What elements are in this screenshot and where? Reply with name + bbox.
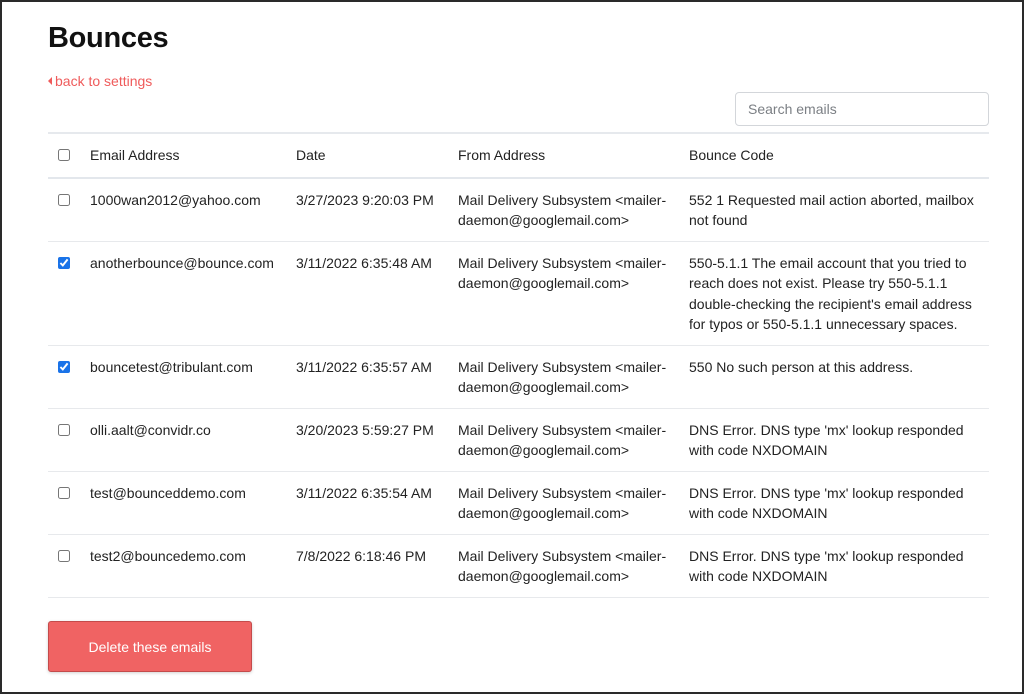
row-email: test2@bouncedemo.com [90,547,246,564]
table-row: anotherbounce@bounce.com 3/11/2022 6:35:… [48,241,989,345]
table-header-row: Email Address Date From Address Bounce C… [48,133,989,178]
row-checkbox[interactable] [58,549,70,562]
header-date[interactable]: Date [296,133,458,178]
row-from-address: Mail Delivery Subsystem <mailer-daemon@g… [458,421,667,459]
row-email: test@bounceddemo.com [90,484,246,501]
row-bounce-code: DNS Error. DNS type 'mx' lookup responde… [689,421,964,459]
row-bounce-code: 552 1 Requested mail action aborted, mai… [689,191,974,229]
row-date: 3/11/2022 6:35:54 AM [296,484,432,501]
back-link-label: back to settings [55,73,153,89]
row-date: 3/20/2023 5:59:27 PM [296,421,434,438]
row-bounce-code: 550-5.1.1 The email account that you tri… [689,254,972,333]
row-checkbox[interactable] [58,256,70,269]
select-all-checkbox[interactable] [58,149,70,161]
table-row: test2@bouncedemo.com 7/8/2022 6:18:46 PM… [48,534,989,597]
row-from-address: Mail Delivery Subsystem <mailer-daemon@g… [458,484,667,522]
header-bounce-code[interactable]: Bounce Code [689,133,989,178]
row-bounce-code: 550 No such person at this address. [689,358,914,375]
table-row: test@bounceddemo.com 3/11/2022 6:35:54 A… [48,471,989,534]
row-date: 3/11/2022 6:35:57 AM [296,358,432,375]
delete-emails-button[interactable]: Delete these emails [48,621,252,672]
bounces-page: Bounces back to settings Email Address D… [0,0,1024,694]
row-checkbox[interactable] [58,360,70,373]
row-bounce-code: DNS Error. DNS type 'mx' lookup responde… [689,484,964,522]
page-title: Bounces [48,22,169,54]
row-email: 1000wan2012@yahoo.com [90,191,261,208]
row-date: 3/11/2022 6:35:48 AM [296,254,432,271]
row-email: olli.aalt@convidr.co [90,421,211,438]
table-row: 1000wan2012@yahoo.com 3/27/2023 9:20:03 … [48,178,989,241]
row-checkbox[interactable] [58,423,70,436]
row-email: bouncetest@tribulant.com [90,358,253,375]
row-from-address: Mail Delivery Subsystem <mailer-daemon@g… [458,254,667,292]
search-emails-input[interactable] [735,92,989,126]
row-bounce-code: DNS Error. DNS type 'mx' lookup responde… [689,547,964,585]
bounces-table: Email Address Date From Address Bounce C… [48,132,989,598]
row-from-address: Mail Delivery Subsystem <mailer-daemon@g… [458,191,667,229]
header-email-address[interactable]: Email Address [90,133,296,178]
table-row: olli.aalt@convidr.co 3/20/2023 5:59:27 P… [48,408,989,471]
row-checkbox[interactable] [58,486,70,499]
table-row: bouncetest@tribulant.com 3/11/2022 6:35:… [48,345,989,408]
header-from-address[interactable]: From Address [458,133,689,178]
header-select-cell [48,133,90,178]
row-checkbox[interactable] [58,193,70,206]
row-from-address: Mail Delivery Subsystem <mailer-daemon@g… [458,358,667,396]
row-date: 3/27/2023 9:20:03 PM [296,191,434,208]
row-email: anotherbounce@bounce.com [90,254,274,271]
row-date: 7/8/2022 6:18:46 PM [296,547,426,564]
caret-left-icon [48,77,52,85]
back-to-settings-link[interactable]: back to settings [48,73,152,89]
row-from-address: Mail Delivery Subsystem <mailer-daemon@g… [458,547,667,585]
